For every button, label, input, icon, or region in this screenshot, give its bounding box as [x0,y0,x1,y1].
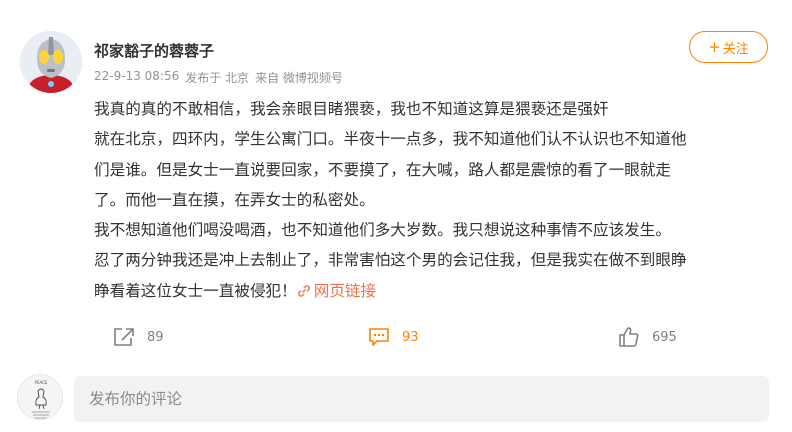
comment-bubble-icon [369,328,389,346]
post-content: 我真的真的不敢相信，我会亲眼目睹猥亵，我也不知道这算是猥亵还是强奸 就在北京，四… [94,94,769,306]
weibo-post: 祁家豁子的蓉蓉子 22-9-13 08:56 发布于 北京 来自 微博视频号 +… [0,0,792,432]
content-line-with-link: 睁看着这位女士一直被侵犯！ 网页链接 [94,276,769,306]
link-chain-icon [297,285,310,297]
content-line: 了。而他一直在摸，在弄女士的私密处。 [94,190,375,209]
content-line: 睁看着这位女士一直被侵犯！ [94,281,297,300]
post-source[interactable]: 来自 微博视频号 [255,69,343,86]
web-link-label: 网页链接 [313,281,377,300]
current-user-avatar[interactable]: PEACE [17,374,63,420]
doodle-avatar-icon: PEACE [18,375,62,419]
web-link[interactable]: 网页链接 [297,282,376,300]
content-line: 我真的真的不敢相信，我会亲眼目睹猥亵，我也不知道这算是猥亵还是强奸 [94,100,609,118]
follow-label: 关注 [722,41,749,57]
comment-count: 93 [402,329,419,345]
forward-button[interactable]: 89 [113,322,164,352]
action-bar: 89 93 695 [0,322,792,352]
comment-button[interactable]: 93 [368,322,419,352]
content-line: 们是谁。但是女士一直说要回家，不要摸了，在大喊，路人都是震惊的看了一眼就走 [94,160,671,179]
post-meta: 22-9-13 08:56 发布于 北京 来自 微博视频号 [94,69,343,86]
forward-count: 89 [147,329,164,345]
ultraman-avatar-icon [20,31,82,93]
post-time[interactable]: 22-9-13 08:56 [94,69,179,86]
plus-icon: + [708,37,721,56]
svg-text:PEACE: PEACE [35,380,48,385]
comment-input[interactable] [74,376,769,422]
like-button[interactable]: 695 [618,322,677,352]
content-line: 我不想知道他们喝没喝酒，也不知道他们多大岁数。我只想说这种事情不应该发生。 [94,221,671,240]
content-line: 忍了两分钟我还是冲上去制止了，非常害怕这个男的会记住我，但是我实在做不到眼睁 [94,251,687,270]
follow-button[interactable]: + 关注 [689,31,768,63]
content-line: 就在北京，四环内，学生公寓门口。半夜十一点多，我不知道他们认不认识也不知道他 [94,130,687,149]
thumbs-up-icon [619,327,639,347]
share-forward-icon [114,328,134,346]
post-location: 发布于 北京 [185,71,250,85]
user-avatar[interactable] [20,31,82,93]
like-count: 695 [652,329,677,345]
username[interactable]: 祁家豁子的蓉蓉子 [94,40,214,61]
